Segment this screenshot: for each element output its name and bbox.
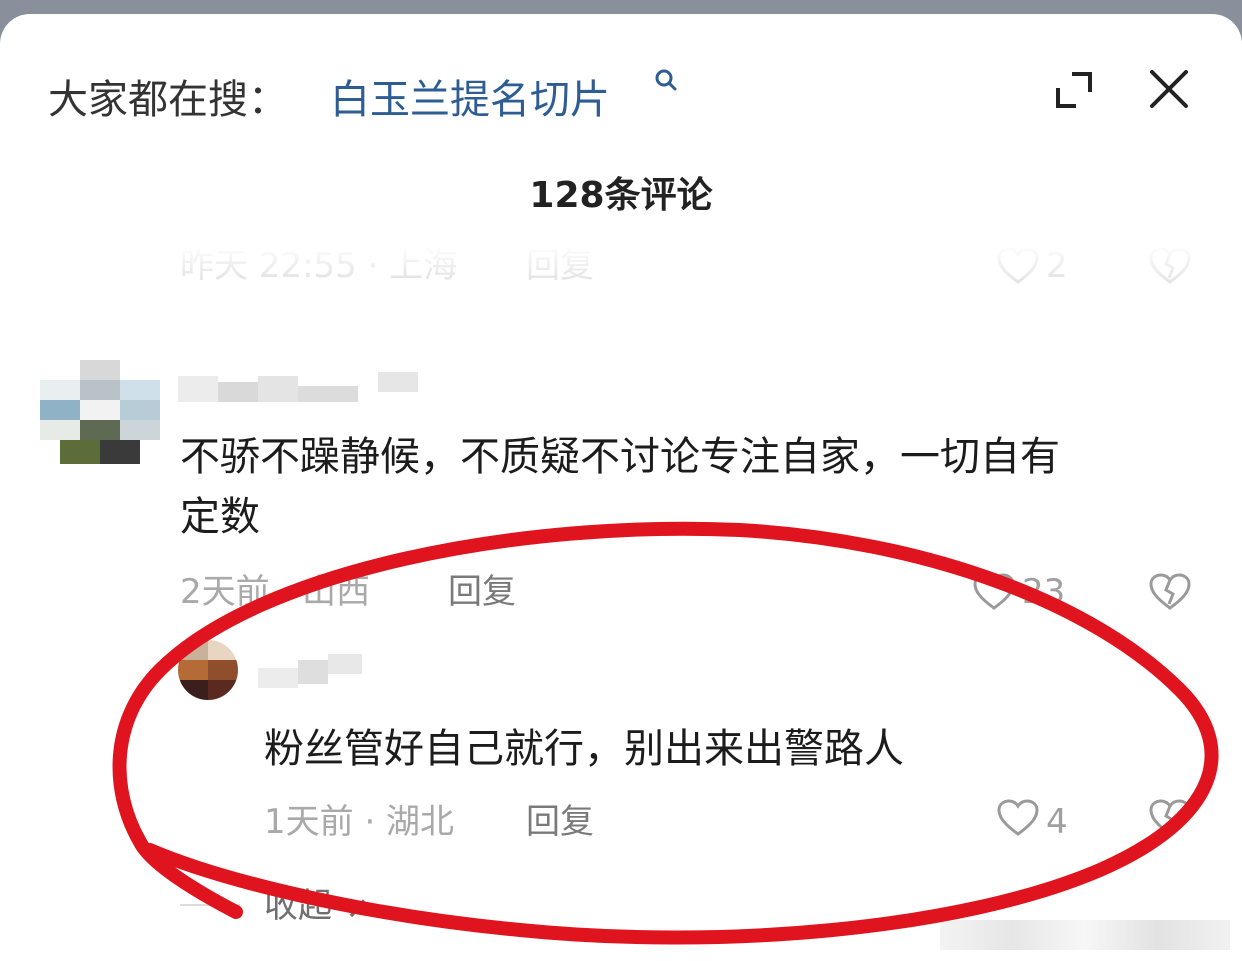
comment-text: 粉丝管好自己就行，别出来出警路人: [264, 726, 904, 772]
like-count: 4: [1046, 802, 1068, 842]
heart-icon[interactable]: [972, 572, 1016, 612]
reply-button[interactable]: 回复: [448, 572, 516, 612]
avatar[interactable]: [178, 640, 238, 700]
expand-icon[interactable]: [1050, 66, 1098, 114]
comment-sheet: 大家都在搜： 白玉兰提名切片 128条评论 昨天 22:55 · 上海 回复 2: [0, 14, 1242, 961]
comment-meta: 昨天 22:55 · 上海: [180, 246, 458, 286]
comment-meta: 2天前 · 山西: [180, 572, 371, 612]
comment-count-title: 128条评论: [529, 175, 713, 216]
trending-search-label: 大家都在搜：: [48, 77, 288, 123]
comment-text: 不骄不躁静候，不质疑不讨论专注自家，一切自有: [180, 434, 1060, 480]
heart-icon[interactable]: [996, 798, 1040, 838]
avatar[interactable]: [40, 360, 160, 464]
collapse-button[interactable]: 收起: [264, 886, 332, 926]
chevron-up-icon[interactable]: [346, 894, 380, 922]
broken-heart-icon[interactable]: [1148, 572, 1192, 612]
heart-icon[interactable]: [996, 246, 1040, 286]
like-count: 23: [1022, 572, 1066, 612]
broken-heart-icon[interactable]: [1148, 246, 1192, 286]
search-icon[interactable]: [652, 66, 680, 94]
blurred-watermark: [940, 920, 1230, 950]
comment-meta: 1天前 · 湖北: [264, 802, 455, 842]
reply-button[interactable]: 回复: [526, 802, 594, 842]
trending-search-link[interactable]: 白玉兰提名切片: [330, 76, 610, 124]
collapse-divider: [180, 904, 240, 906]
like-count: 2: [1046, 246, 1068, 286]
comment-text-continued: 定数: [180, 494, 260, 540]
username-blurred[interactable]: [178, 372, 418, 408]
reply-button[interactable]: 回复: [526, 246, 594, 286]
broken-heart-icon[interactable]: [1148, 798, 1192, 838]
username-blurred[interactable]: [258, 654, 362, 690]
close-icon[interactable]: [1146, 66, 1192, 112]
